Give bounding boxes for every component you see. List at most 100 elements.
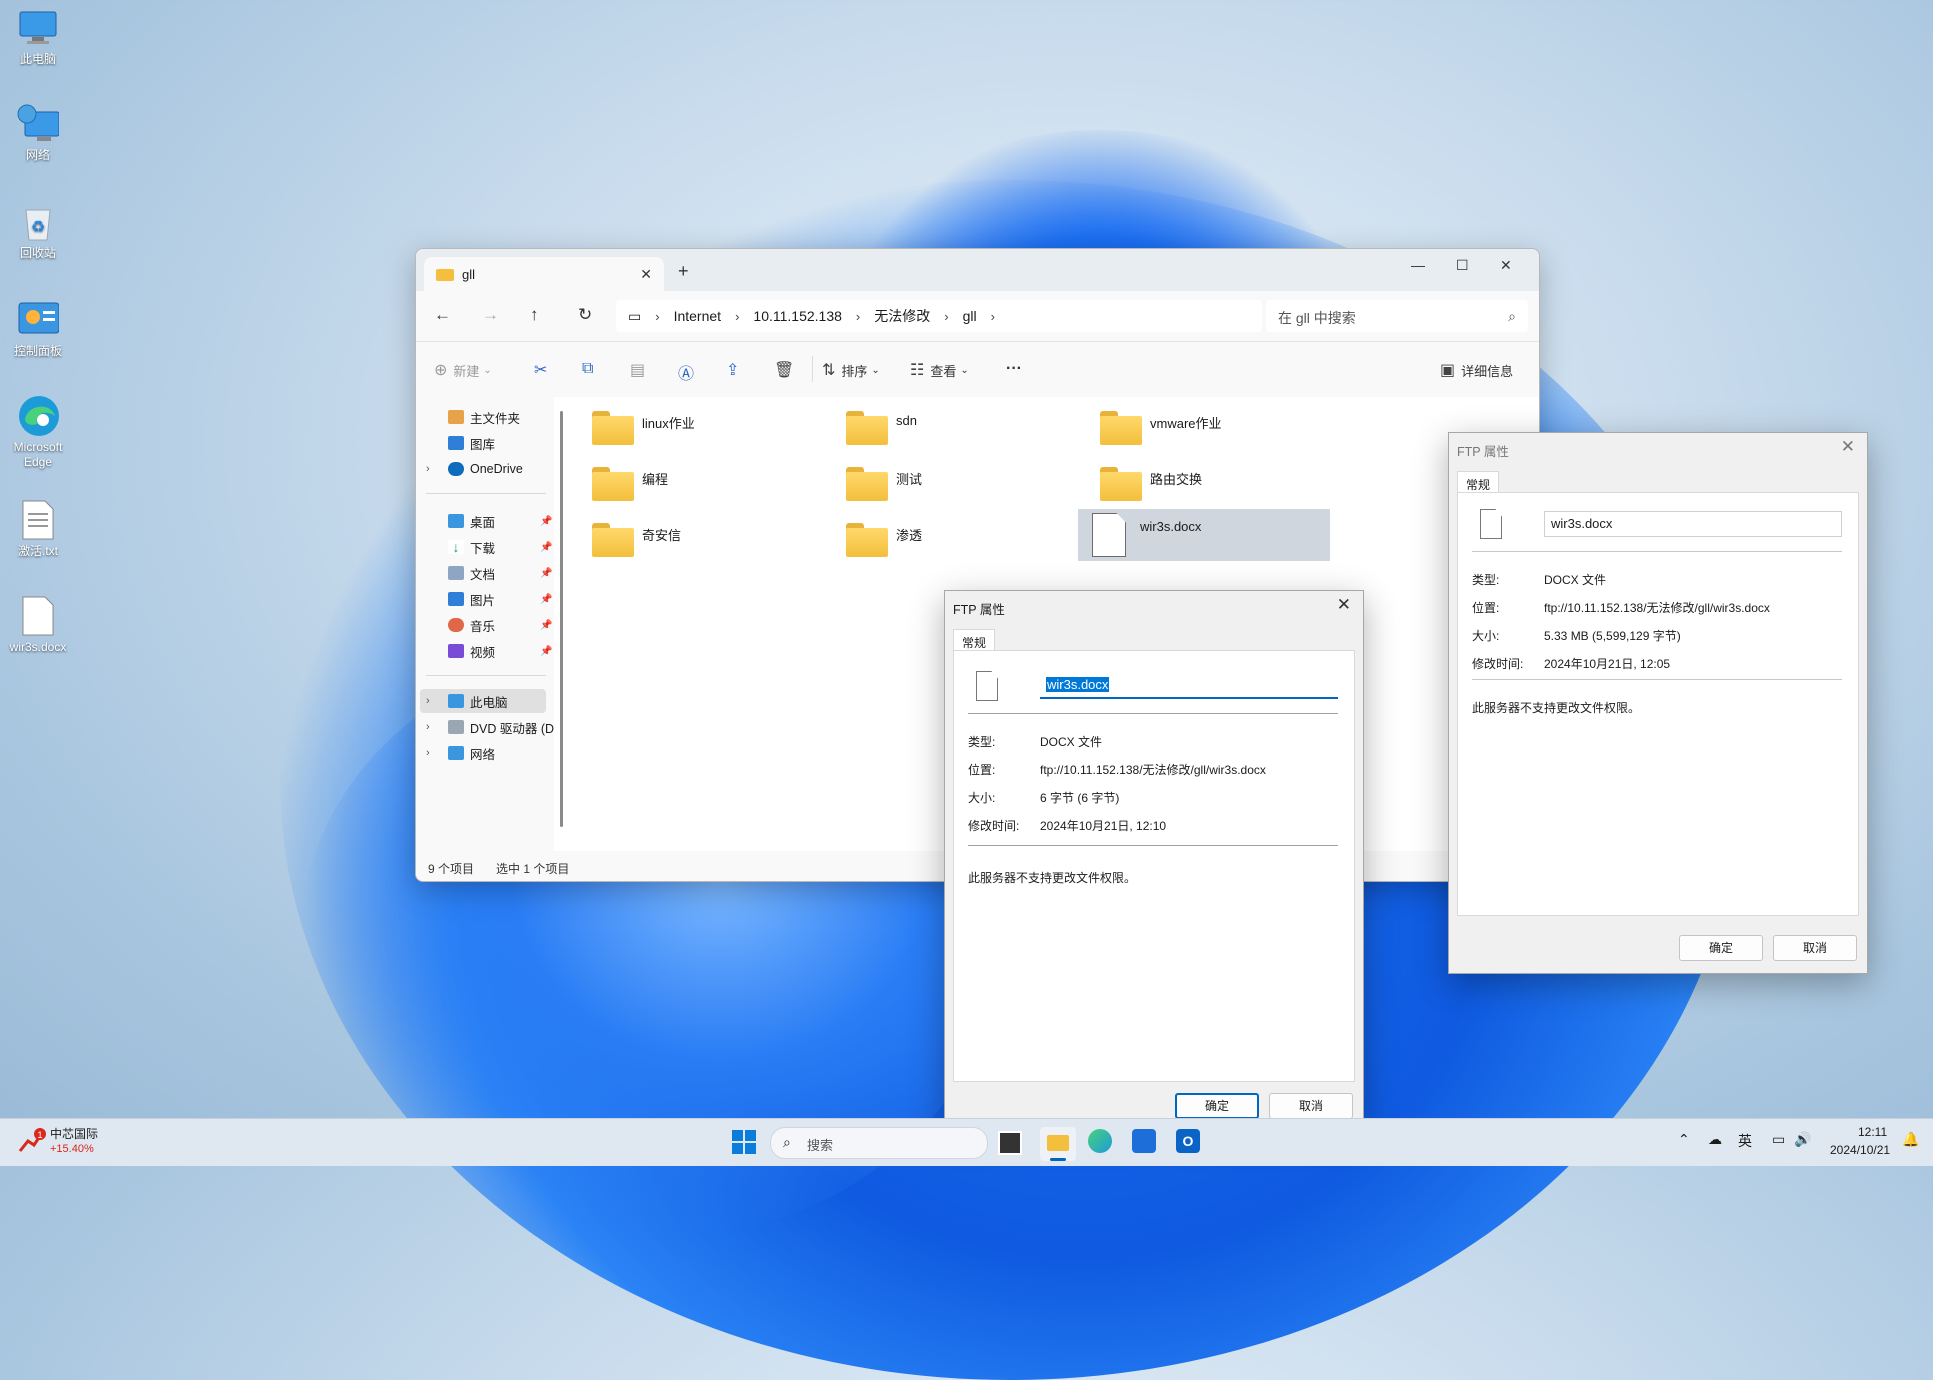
breadcrumb-current[interactable]: gll — [963, 308, 977, 324]
folder-item[interactable]: 编程 — [574, 459, 826, 509]
desktop-icon-edge[interactable]: Microsoft Edge — [0, 396, 76, 470]
taskbar-search[interactable]: ⌕ 搜索 — [770, 1127, 988, 1159]
pin-icon: 📌 — [540, 619, 553, 631]
search-icon: ⌕ — [1508, 308, 1516, 324]
notification-bell-icon[interactable]: 🔔 — [1902, 1131, 1919, 1148]
close-icon[interactable]: ✕ — [1337, 595, 1351, 615]
clock-time[interactable]: 12:11 — [1858, 1125, 1887, 1139]
share-button[interactable]: ⇪ — [726, 360, 745, 380]
up-button[interactable]: ↑ — [530, 305, 539, 325]
new-tab-button[interactable]: + — [678, 261, 689, 282]
monitor-icon — [17, 8, 59, 48]
minimize-button[interactable]: — — [1411, 257, 1425, 273]
file-name-field[interactable]: wir3s.docx — [1040, 673, 1338, 699]
sidebar-item-home[interactable]: 主文件夹 — [416, 405, 546, 429]
sidebar-item-dvd[interactable]: › DVD 驱动器 (D — [416, 715, 554, 739]
task-view-icon[interactable] — [998, 1131, 1022, 1155]
forward-button[interactable]: → — [482, 305, 499, 325]
sidebar-item-videos[interactable]: 视频 📌 — [416, 639, 552, 663]
folder-item[interactable]: 测试 — [828, 459, 1080, 509]
file-explorer-taskbar-button[interactable] — [1040, 1127, 1076, 1161]
desktop-icon-network[interactable]: 网络 — [0, 104, 76, 163]
pin-icon: 📌 — [540, 645, 553, 657]
folder-item[interactable]: sdn — [828, 403, 1080, 453]
start-button[interactable] — [732, 1130, 756, 1157]
folder-icon — [1047, 1135, 1069, 1151]
modified-value: 2024年10月21日, 12:10 — [1040, 819, 1167, 833]
onedrive-icon[interactable]: ☁ — [1708, 1131, 1722, 1148]
stock-name[interactable]: 中芯国际 — [50, 1125, 98, 1142]
clock-date[interactable]: 2024/10/21 — [1830, 1143, 1890, 1157]
desktop-icon-wir3s-docx[interactable]: wir3s.docx — [0, 596, 76, 655]
sidebar-item-pictures[interactable]: 图片 📌 — [416, 587, 552, 611]
sidebar-item-network[interactable]: › 网络 — [416, 741, 546, 765]
sidebar-item-downloads[interactable]: ↓ 下载 📌 — [416, 535, 552, 559]
network-status-icon[interactable]: ▭ — [1772, 1131, 1785, 1148]
edge-icon[interactable] — [1088, 1129, 1112, 1153]
download-icon: ↓ — [448, 540, 464, 554]
folder-item[interactable]: vmware作业 — [1082, 403, 1334, 453]
pc-icon: ▭ — [628, 307, 642, 324]
cancel-button[interactable]: 取消 — [1773, 935, 1857, 961]
breadcrumb-folder[interactable]: 无法修改 — [874, 306, 930, 326]
document-icon — [1480, 509, 1502, 539]
divider — [968, 845, 1338, 846]
maximize-button[interactable]: ☐ — [1456, 257, 1469, 274]
breadcrumb-internet[interactable]: Internet — [674, 308, 721, 324]
view-button[interactable]: ☷ 查看 ⌄ — [910, 360, 969, 380]
general-panel: wir3s.docx 类型: DOCX 文件 位置: ftp://10.11.1… — [1457, 492, 1859, 916]
folder-icon — [592, 467, 634, 501]
paste-button[interactable]: ▤ — [630, 360, 651, 380]
tab-gll[interactable]: gll ✕ — [424, 257, 664, 291]
cancel-button[interactable]: 取消 — [1269, 1093, 1353, 1119]
rename-button[interactable]: Ⓐ — [678, 360, 700, 384]
close-tab-icon[interactable]: ✕ — [640, 266, 652, 283]
network-icon — [17, 104, 59, 144]
sidebar-item-documents[interactable]: 文档 📌 — [416, 561, 552, 585]
copy-button[interactable]: ⧉ — [582, 360, 599, 378]
sort-button[interactable]: ⇅ 排序 ⌄ — [822, 360, 880, 380]
folder-item[interactable]: 渗透 — [828, 515, 1080, 565]
sidebar-item-this-pc[interactable]: › 此电脑 — [420, 689, 546, 713]
details-pane-icon: ▣ — [1440, 362, 1456, 379]
desktop-icon-activate-txt[interactable]: 激活.txt — [0, 500, 76, 559]
refresh-button[interactable]: ↻ — [578, 305, 592, 325]
sidebar-item-desktop[interactable]: 桌面 📌 — [416, 509, 552, 533]
tab-general[interactable]: 常规 — [953, 629, 996, 651]
folder-item[interactable]: 奇安信 — [574, 515, 826, 565]
breadcrumb-host[interactable]: 10.11.152.138 — [753, 308, 842, 324]
sidebar-scrollbar[interactable] — [560, 411, 563, 827]
delete-button[interactable]: 🗑 — [774, 360, 800, 380]
sidebar-item-onedrive[interactable]: › OneDrive — [416, 457, 546, 481]
desktop-icon-this-pc[interactable]: 此电脑 — [0, 8, 76, 67]
folder-item[interactable]: linux作业 — [574, 403, 826, 453]
ime-indicator[interactable]: 英 — [1738, 1131, 1752, 1151]
file-name-field[interactable]: wir3s.docx — [1544, 511, 1842, 537]
navigation-pane: 主文件夹 图库 › OneDrive 桌面 📌 ↓ 下载 📌 文档 📌 图片 📌 音乐 📌 视… — [416, 397, 554, 851]
recycle-bin-icon: ♻ — [17, 202, 59, 242]
new-button[interactable]: ⊕ 新建 ⌄ — [434, 360, 492, 380]
close-window-button[interactable]: ✕ — [1500, 257, 1512, 274]
ok-button[interactable]: 确定 — [1679, 935, 1763, 961]
stock-change: +15.40% — [50, 1143, 94, 1155]
close-icon[interactable]: ✕ — [1841, 437, 1855, 457]
desktop-icon-recycle-bin[interactable]: ♻ 回收站 — [0, 202, 76, 261]
more-button[interactable]: ··· — [1006, 360, 1022, 378]
volume-icon[interactable]: 🔊 — [1794, 1131, 1811, 1148]
details-button[interactable]: ▣ 详细信息 — [1440, 360, 1513, 380]
cut-button[interactable]: ✂ — [534, 360, 553, 380]
sidebar-item-music[interactable]: 音乐 📌 — [416, 613, 552, 637]
file-item-selected[interactable]: wir3s.docx — [1078, 509, 1330, 561]
store-icon[interactable] — [1132, 1129, 1156, 1153]
sidebar-item-gallery[interactable]: 图库 — [416, 431, 546, 455]
desktop-icon-control-panel[interactable]: 控制面板 — [0, 300, 76, 359]
outlook-icon[interactable]: O — [1176, 1129, 1200, 1153]
stock-widget-icon[interactable]: 1 — [18, 1127, 46, 1155]
search-input[interactable]: 在 gll 中搜索 ⌕ — [1266, 300, 1528, 332]
tab-general[interactable]: 常规 — [1457, 471, 1500, 493]
folder-item[interactable]: 路由交换 — [1082, 459, 1334, 509]
chevron-up-icon[interactable]: ⌃ — [1678, 1131, 1690, 1148]
ok-button[interactable]: 确定 — [1175, 1093, 1259, 1119]
back-button[interactable]: ← — [434, 305, 451, 325]
breadcrumb[interactable]: ▭ › Internet › 10.11.152.138 › 无法修改 › gl… — [616, 300, 1262, 332]
